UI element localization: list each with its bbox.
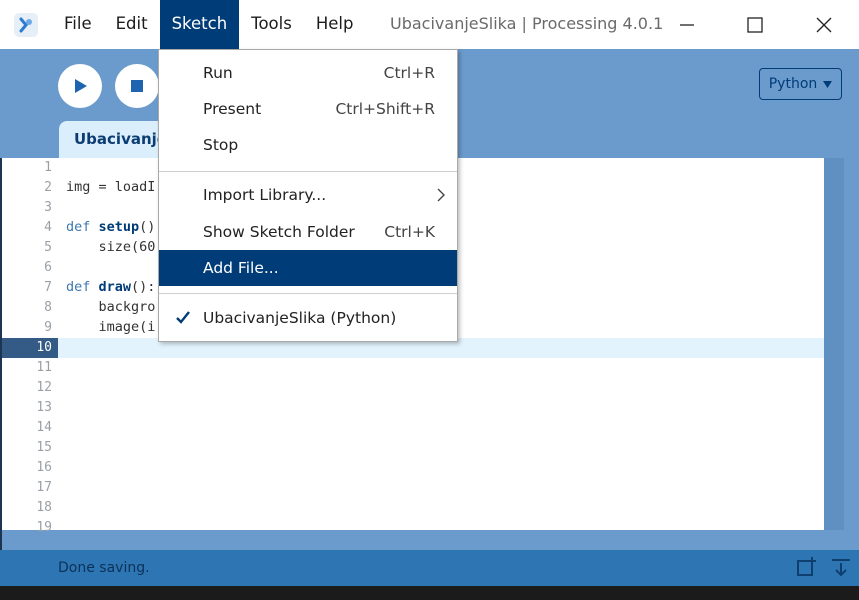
checkmark-icon: [176, 311, 190, 324]
menu-separator: [159, 171, 457, 172]
line-number: 3: [44, 200, 52, 215]
line-number: 12: [36, 380, 52, 395]
menu-sketch[interactable]: Sketch: [159, 0, 240, 49]
code-line: size(60: [66, 239, 156, 255]
processing-logo-icon: [14, 13, 38, 37]
line-number: 18: [36, 500, 52, 515]
tab-sketch[interactable]: UbacivanjeSlika: [59, 121, 169, 158]
menu-item-stop[interactable]: Stop: [159, 127, 457, 163]
code-line: def setup(): [66, 219, 156, 235]
line-number: 10: [36, 340, 52, 355]
sketch-menu: Run Ctrl+R Present Ctrl+Shift+R Stop Imp…: [158, 49, 458, 342]
minimap-strip: [824, 158, 844, 530]
console-add-icon[interactable]: [796, 556, 818, 578]
code-line: img = loadI: [66, 179, 156, 195]
minimize-button[interactable]: [663, 0, 711, 49]
menu-item-run[interactable]: Run Ctrl+R: [159, 55, 457, 91]
minimize-icon: [680, 23, 694, 26]
shortcut-run: Ctrl+R: [383, 64, 435, 82]
chevron-down-icon: [823, 80, 833, 88]
line-number: 8: [44, 300, 52, 315]
line-number: 9: [44, 320, 52, 335]
run-button[interactable]: [58, 64, 102, 108]
console-collapse-icon[interactable]: [830, 556, 852, 578]
code-line: image(i: [66, 319, 156, 335]
line-number: 5: [44, 240, 52, 255]
line-number: 1: [44, 160, 52, 175]
line-number: 13: [36, 400, 52, 415]
menu-separator: [159, 293, 457, 294]
maximize-icon: [747, 16, 763, 33]
shortcut-present: Ctrl+Shift+R: [335, 100, 435, 118]
line-number: 17: [36, 480, 52, 495]
line-number: 2: [44, 180, 52, 195]
line-number: 7: [44, 280, 52, 295]
line-number: 14: [36, 420, 52, 435]
stop-icon: [131, 80, 143, 92]
line-number-gutter: 1 2 3 4 5 6 7 8 9 10 11 12 13 14 15 16 17 18 19: [2, 158, 58, 535]
menu-bar: File Edit Sketch Tools Help: [52, 0, 365, 49]
menu-tools[interactable]: Tools: [239, 0, 304, 49]
close-button[interactable]: [800, 0, 848, 49]
window-title: UbacivanjeSlika | Processing 4.0.1: [390, 14, 664, 33]
left-edge: [0, 158, 2, 550]
menu-edit[interactable]: Edit: [104, 0, 160, 49]
shortcut-show-folder: Ctrl+K: [384, 223, 435, 241]
menu-item-import-library[interactable]: Import Library...: [159, 177, 457, 213]
line-number: 19: [36, 520, 52, 535]
menu-help[interactable]: Help: [304, 0, 366, 49]
vertical-scrollbar[interactable]: [844, 158, 859, 550]
maximize-button[interactable]: [731, 0, 779, 49]
close-icon: [816, 17, 832, 32]
menu-file[interactable]: File: [52, 0, 104, 49]
title-bar: File Edit Sketch Tools Help UbacivanjeSl…: [0, 0, 859, 49]
menu-item-show-sketch-folder[interactable]: Show Sketch Folder Ctrl+K: [159, 214, 457, 250]
code-line: backgro: [66, 299, 156, 315]
status-bar: Done saving.: [0, 550, 859, 586]
line-number: 4: [44, 220, 52, 235]
menu-item-current-sketch[interactable]: UbacivanjeSlika (Python): [159, 300, 457, 336]
mode-selector[interactable]: Python: [759, 68, 842, 100]
menu-item-add-file[interactable]: Add File...: [159, 250, 457, 286]
stop-button[interactable]: [115, 64, 159, 108]
chevron-right-icon: [437, 188, 445, 202]
line-number: 15: [36, 440, 52, 455]
line-number: 6: [44, 260, 52, 275]
mode-label: Python: [768, 76, 818, 92]
code-line: def draw():: [66, 279, 156, 295]
status-message: Done saving.: [58, 560, 150, 576]
console-area: [0, 586, 859, 600]
menu-item-present[interactable]: Present Ctrl+Shift+R: [159, 91, 457, 127]
play-icon: [75, 79, 87, 93]
line-number: 11: [36, 360, 52, 375]
line-number: 16: [36, 460, 52, 475]
